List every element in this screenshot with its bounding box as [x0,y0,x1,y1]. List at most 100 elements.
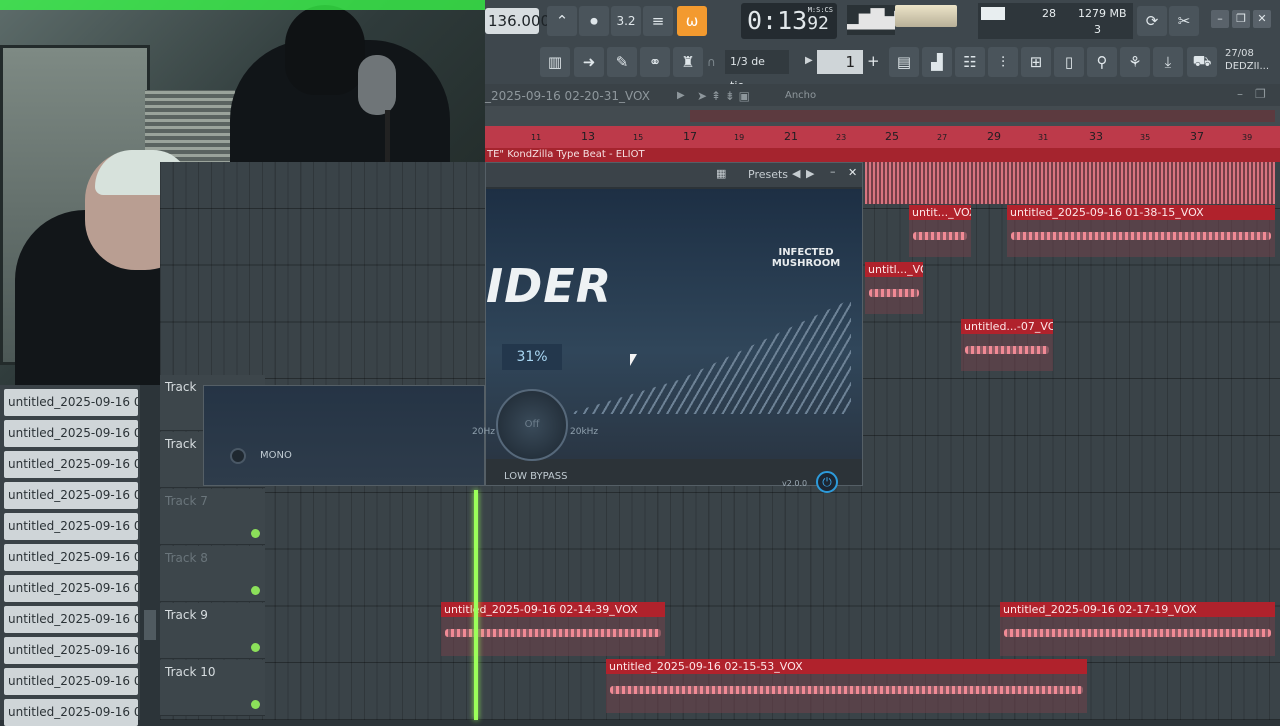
track-header[interactable]: Track 9 [160,603,265,659]
clock-sub: 92 [807,13,829,34]
beat-audio-clip[interactable]: TE" KondZilla Type Beat - ELIOT [485,148,1280,162]
minimize-icon[interactable]: – [1211,10,1229,28]
song-position-clock[interactable]: 0:1392 M:S:CS [741,3,837,39]
brush-icon[interactable]: ✎ [607,47,637,77]
grid-icon[interactable]: ▦ [716,167,726,180]
ruler-mark: 35 [1140,133,1151,142]
track-header[interactable]: Track 7 [160,489,265,545]
ruler-mark: 37 [1190,130,1204,143]
audio-clip[interactable]: untitled_2025-09-16 02-15-53_VOX [606,659,1087,713]
magnet-icon[interactable]: ∩ [707,55,716,69]
audio-clip[interactable]: untitl..._VOX [865,262,923,314]
browser-item[interactable]: untitled_2025-09-16 02... [4,699,138,726]
ruler-mark: 17 [683,130,697,143]
track-header[interactable]: Track 8 [160,546,265,602]
brand-logo: INFECTED MUSHROOM [771,247,841,269]
main-toolbar: 136.000 ⌃ ⏺ 3.2 ≡ ω 0:1392M:S:CS ▂▆█▅▇▃▆… [485,0,1280,92]
ruler-mark: 27 [937,133,948,142]
cpu-value: 28 [1042,7,1056,20]
mono-toggle[interactable] [230,448,246,464]
snap-selector[interactable]: 1/3 de tie... [725,50,789,92]
playlist-restore-icon[interactable]: ❐ [1255,84,1266,104]
audio-clip[interactable]: untit..._VOX [909,205,971,257]
playlist-icon[interactable]: ▤ [889,47,919,77]
close-icon[interactable]: ✕ [1253,10,1271,28]
cart-icon[interactable]: ⛟ [1187,47,1217,77]
step-seq-icon[interactable]: ▟ [922,47,952,77]
undo-icon[interactable]: ⟳ [1137,6,1167,36]
ruler-mark: 29 [987,130,1001,143]
browser-scrollbar-track[interactable] [140,385,160,720]
render-icon[interactable]: ⤓ [1153,47,1183,77]
plugin-minimize-icon[interactable]: – [830,165,836,178]
track-led[interactable] [251,529,260,538]
play-arrow-icon[interactable]: ▶ [805,55,813,66]
audio-clip[interactable]: untitled...-07_VOX [961,319,1053,371]
file-icon[interactable]: ▯ [1054,47,1084,77]
playlist-title-bar[interactable]: _2025-09-16 02-20-31_VOX ▶ ➤ ⇞ ⇟ ▣ Ancho… [485,84,1280,106]
plugin-close-icon[interactable]: ✕ [848,166,857,179]
stamp-icon[interactable]: ♜ [673,47,703,77]
browser-item[interactable]: untitled_2025-09-16 02... [4,668,138,695]
width-graphic[interactable] [566,299,851,414]
presets-button[interactable]: Presets [748,168,788,181]
play-arrow-icon[interactable]: ▶ [677,86,685,106]
track-led[interactable] [251,700,260,709]
loop-record-icon[interactable]: ω [677,6,707,36]
restore-icon[interactable]: ❐ [1232,10,1250,28]
playlist-minimize-icon[interactable]: – [1237,84,1243,104]
playhead[interactable] [474,490,478,720]
browser-item[interactable]: untitled_2025-09-16 02... [4,575,138,602]
audio-clip[interactable]: untitled_2025-09-16 02-17-19_VOX [1000,602,1275,656]
browser-item[interactable]: untitled_2025-09-16 02... [4,606,138,633]
playlist-title: _2025-09-16 02-20-31_VOX [485,89,650,103]
playlist-overview[interactable] [485,106,1280,126]
record-mode-icon[interactable]: ⏺ [579,6,609,36]
oscilloscope-icon: ▂▆█▅▇▃▆█▄▆▂ [847,5,895,35]
clip-waveform [869,289,919,297]
piano-icon[interactable]: ▥ [540,47,570,77]
timeline-ruler[interactable]: 11 13 15 17 19 21 23 25 27 29 31 33 35 3… [485,126,1280,148]
arrow-right-icon[interactable]: ➜ [574,47,604,77]
add-pattern-icon[interactable]: + [867,52,880,70]
overview-region[interactable] [690,110,1275,122]
track-name: Track 10 [165,665,216,679]
browser-scrollbar-thumb[interactable] [144,610,156,640]
track-led[interactable] [251,643,260,652]
width-percent[interactable]: 31% [502,344,562,370]
browser-tree-icon[interactable]: ⊞ [1021,47,1051,77]
browser-item[interactable]: untitled_2025-09-16 02... [4,389,138,416]
cut-icon[interactable]: ✂ [1169,6,1199,36]
ruler-mark: 13 [581,130,595,143]
metronome-icon[interactable]: ⌃ [547,6,577,36]
browser-item[interactable]: untitled_2025-09-16 02... [4,544,138,571]
plugin-title-bar[interactable]: ▦ Presets ◀ ▶ – ✕ [486,163,862,187]
pattern-icon[interactable]: 3.2 [611,6,641,36]
link-icon[interactable]: ⚭ [640,47,670,77]
power-icon[interactable]: ⏻ [816,471,838,493]
preset-prev-icon[interactable]: ◀ [792,167,800,180]
track-header[interactable]: Track 10 [160,660,265,716]
preset-next-icon[interactable]: ▶ [806,167,814,180]
tempo-tap-icon[interactable]: ⚘ [1120,47,1150,77]
browser-item[interactable]: untitled_2025-09-16 02... [4,513,138,540]
tempo-display[interactable]: 136.000 [485,8,550,34]
mixer-icon[interactable]: ⫶ [988,47,1018,77]
step-edit-icon[interactable]: ≡ [643,6,673,36]
low-bypass-knob[interactable]: Off [496,389,568,461]
browser-item[interactable]: untitled_2025-09-16 02... [4,482,138,509]
browser-item[interactable]: untitled_2025-09-16 02... [4,637,138,664]
plugin-icon[interactable]: ⚲ [1087,47,1117,77]
browser-item[interactable]: untitled_2025-09-16 02... [4,420,138,447]
news-panel[interactable]: 27/08 DEDZII... [1225,47,1269,73]
audio-clip[interactable]: untitled_2025-09-16 01-38-15_VOX [1007,205,1275,257]
browser-item[interactable]: untitled_2025-09-16 02... [4,451,138,478]
plugin-window: ▦ Presets ◀ ▶ – ✕ IDER INFECTED MUSHROOM… [472,162,863,493]
track-led[interactable] [251,586,260,595]
channel-rack-icon[interactable]: ☷ [955,47,985,77]
track-name: Track 9 [165,608,208,622]
pattern-selector[interactable]: 1 [817,50,863,74]
tool-icons[interactable]: ➤ ⇞ ⇟ ▣ [697,86,750,106]
cpu-monitor: 28 1279 MB 3 [978,3,1133,39]
ruler-mark: 21 [784,130,798,143]
